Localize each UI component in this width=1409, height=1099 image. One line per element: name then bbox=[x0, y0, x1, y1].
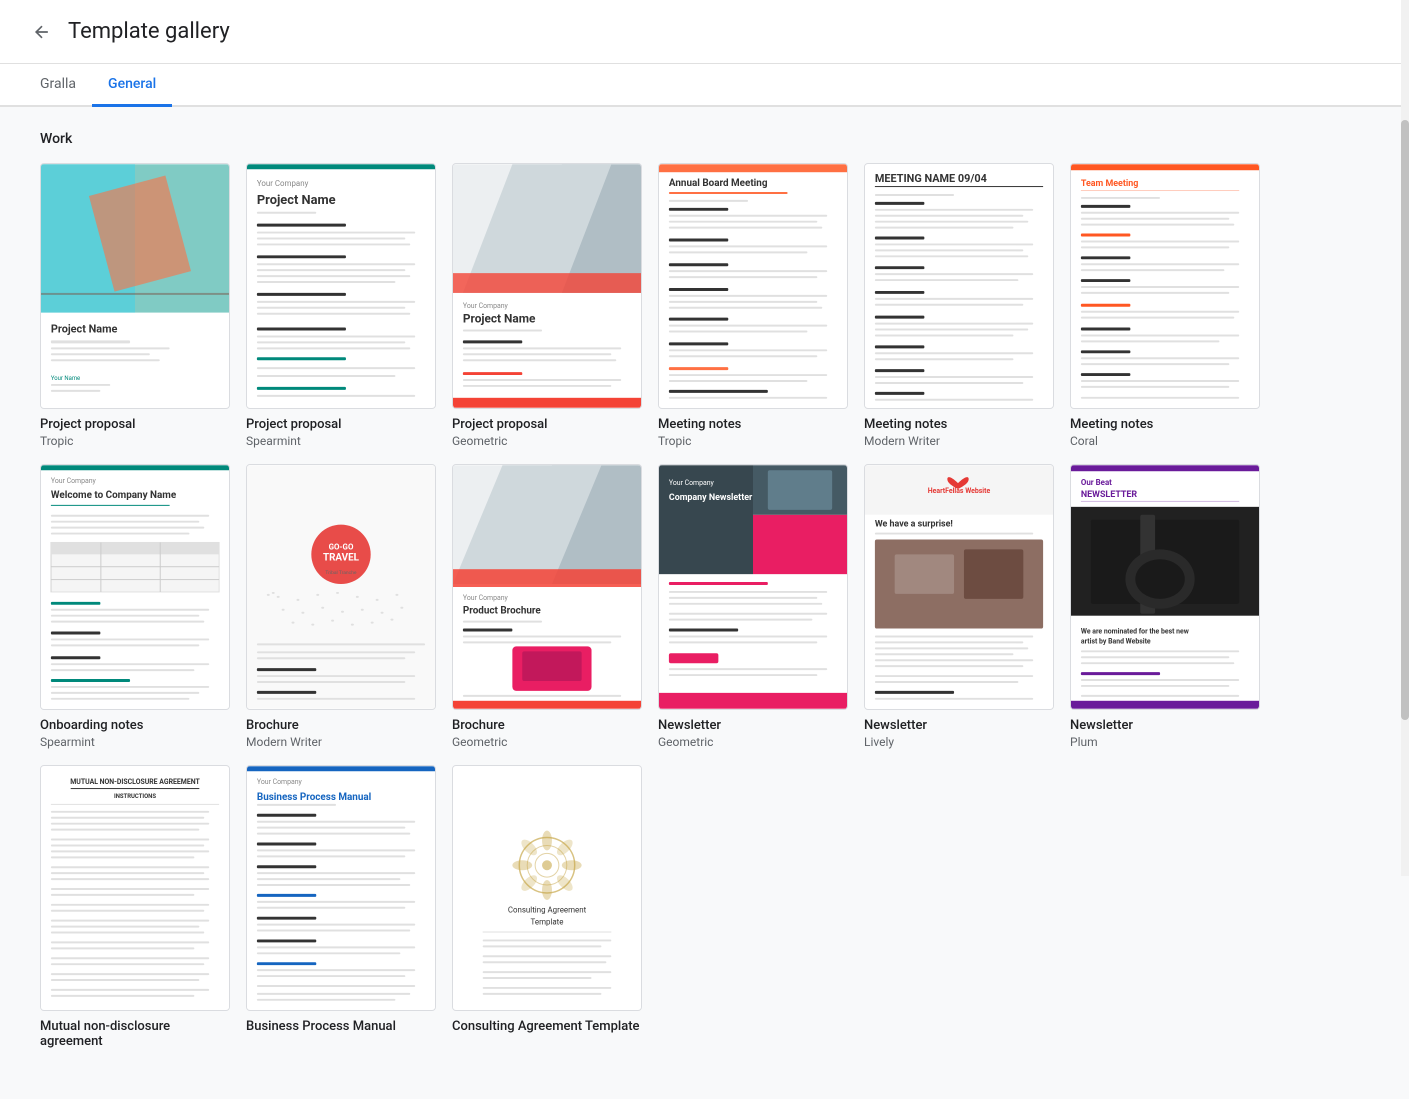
template-sub-pp-tropic: Tropic bbox=[40, 434, 230, 448]
svg-text:Welcome to Company Name: Welcome to Company Name bbox=[51, 490, 177, 501]
svg-text:Project Name: Project Name bbox=[463, 312, 536, 326]
svg-text:artist by Band Website: artist by Band Website bbox=[1081, 637, 1151, 645]
template-thumb-pp-spearmint: Your Company Project Name bbox=[246, 163, 436, 409]
template-name-on-spearmint: Onboarding notes bbox=[40, 718, 230, 733]
template-card-nda[interactable]: MUTUAL NON-DISCLOSURE AGREEMENT INSTRUCT… bbox=[40, 765, 230, 1051]
template-thumb-nda: MUTUAL NON-DISCLOSURE AGREEMENT INSTRUCT… bbox=[40, 765, 230, 1011]
template-thumb-br-mw: GO-GO TRAVEL Tribal Tranche bbox=[246, 464, 436, 710]
template-thumb-nl-plum: Our Beat NEWSLETTER We are nominated for… bbox=[1070, 464, 1260, 710]
template-thumb-mn-coral: Team Meeting bbox=[1070, 163, 1260, 409]
svg-text:Team Meeting: Team Meeting bbox=[1081, 179, 1138, 189]
svg-text:HeartFellas Website: HeartFellas Website bbox=[928, 487, 991, 495]
template-thumb-nl-geo: Your Company Company Newsletter bbox=[658, 464, 848, 710]
header: Template gallery bbox=[0, 0, 1409, 64]
template-thumb-consulting: Consulting Agreement Template bbox=[452, 765, 642, 1011]
svg-text:We are nominated for the best: We are nominated for the best new bbox=[1081, 628, 1189, 636]
scrollbar-thumb[interactable] bbox=[1401, 120, 1409, 720]
svg-text:Your Name: Your Name bbox=[51, 375, 80, 382]
template-thumb-mn-tropic: Annual Board Meeting bbox=[658, 163, 848, 409]
template-name-pp-spearmint: Project proposal bbox=[246, 417, 436, 432]
template-thumb-on-spearmint: Your Company Welcome to Company Name bbox=[40, 464, 230, 710]
template-name-nl-geo: Newsletter bbox=[658, 718, 848, 733]
template-card-consulting[interactable]: Consulting Agreement Template Consulting… bbox=[452, 765, 642, 1051]
template-thumb-mn-modern: MEETING NAME 09/04 bbox=[864, 163, 1054, 409]
template-card-mn-tropic[interactable]: Annual Board Meeting bbox=[658, 163, 848, 448]
template-sub-br-geo: Geometric bbox=[452, 735, 642, 749]
svg-text:Your Company: Your Company bbox=[463, 302, 509, 310]
template-card-pp-spearmint[interactable]: Your Company Project Name bbox=[246, 163, 436, 448]
template-name-pp-tropic: Project proposal bbox=[40, 417, 230, 432]
template-name-nda: Mutual non-disclosure agreement bbox=[40, 1019, 230, 1049]
template-name-pp-geometric: Project proposal bbox=[452, 417, 642, 432]
svg-text:NEWSLETTER: NEWSLETTER bbox=[1081, 490, 1138, 500]
svg-text:Your Company: Your Company bbox=[257, 179, 309, 188]
svg-text:TRAVEL: TRAVEL bbox=[323, 552, 360, 563]
template-name-br-mw: Brochure bbox=[246, 718, 436, 733]
template-name-mn-coral: Meeting notes bbox=[1070, 417, 1260, 432]
template-card-mn-coral[interactable]: Team Meeting bbox=[1070, 163, 1260, 448]
page-title: Template gallery bbox=[68, 19, 230, 44]
tab-gralla[interactable]: Gralla bbox=[24, 64, 92, 107]
svg-text:Product Brochure: Product Brochure bbox=[463, 606, 542, 617]
svg-text:Your Company: Your Company bbox=[463, 594, 509, 602]
template-thumb-pp-tropic: Project Name Your Name bbox=[40, 163, 230, 409]
template-card-nl-geo[interactable]: Your Company Company Newsletter bbox=[658, 464, 848, 749]
svg-text:Our Beat: Our Beat bbox=[1081, 478, 1112, 487]
template-card-bpm[interactable]: Your Company Business Process Manual bbox=[246, 765, 436, 1051]
svg-text:Your Company: Your Company bbox=[257, 778, 303, 786]
tab-general[interactable]: General bbox=[92, 64, 172, 107]
template-sub-nl-plum: Plum bbox=[1070, 735, 1260, 749]
tabs-bar: Gralla General bbox=[0, 64, 1409, 107]
svg-text:Tribal Tranche: Tribal Tranche bbox=[325, 570, 356, 576]
template-gallery: Project Name Your Name Project proposal … bbox=[40, 163, 1340, 1051]
svg-text:Business Process Manual: Business Process Manual bbox=[257, 792, 371, 803]
template-card-br-mw[interactable]: GO-GO TRAVEL Tribal Tranche bbox=[246, 464, 436, 749]
svg-text:Consulting Agreement: Consulting Agreement bbox=[508, 906, 587, 915]
template-sub-pp-geometric: Geometric bbox=[452, 434, 642, 448]
svg-text:Project Name: Project Name bbox=[51, 323, 118, 336]
template-name-consulting: Consulting Agreement Template bbox=[452, 1019, 642, 1034]
scrollbar[interactable] bbox=[1401, 0, 1409, 876]
template-sub-mn-coral: Coral bbox=[1070, 434, 1260, 448]
svg-text:Annual Board Meeting: Annual Board Meeting bbox=[669, 178, 768, 189]
svg-text:Project Name: Project Name bbox=[257, 193, 336, 208]
section-title-work: Work bbox=[40, 131, 1340, 147]
template-card-mn-modern[interactable]: MEETING NAME 09/04 bbox=[864, 163, 1054, 448]
svg-text:Company Newsletter: Company Newsletter bbox=[669, 493, 753, 503]
template-name-bpm: Business Process Manual bbox=[246, 1019, 436, 1034]
template-sub-mn-tropic: Tropic bbox=[658, 434, 848, 448]
template-card-nl-lively[interactable]: HeartFellas Website We have a surprise! bbox=[864, 464, 1054, 749]
template-sub-nl-geo: Geometric bbox=[658, 735, 848, 749]
template-name-nl-plum: Newsletter bbox=[1070, 718, 1260, 733]
svg-text:Template: Template bbox=[531, 918, 564, 927]
template-name-nl-lively: Newsletter bbox=[864, 718, 1054, 733]
template-name-mn-tropic: Meeting notes bbox=[658, 417, 848, 432]
back-button[interactable] bbox=[24, 14, 60, 50]
template-name-br-geo: Brochure bbox=[452, 718, 642, 733]
template-sub-nl-lively: Lively bbox=[864, 735, 1054, 749]
template-sub-br-mw: Modern Writer bbox=[246, 735, 436, 749]
svg-text:We have a surprise!: We have a surprise! bbox=[875, 520, 953, 530]
svg-text:MUTUAL NON-DISCLOSURE AGREEMEN: MUTUAL NON-DISCLOSURE AGREEMENT bbox=[70, 778, 200, 786]
template-card-on-spearmint[interactable]: Your Company Welcome to Company Name bbox=[40, 464, 230, 749]
template-card-pp-tropic[interactable]: Project Name Your Name Project proposal … bbox=[40, 163, 230, 448]
template-card-pp-geometric[interactable]: Your Company Project Name Project propos… bbox=[452, 163, 642, 448]
template-card-nl-plum[interactable]: Our Beat NEWSLETTER We are nominated for… bbox=[1070, 464, 1260, 749]
template-thumb-bpm: Your Company Business Process Manual bbox=[246, 765, 436, 1011]
main-content: Work Project Name Your Name bbox=[0, 107, 1380, 1099]
svg-text:Your Company: Your Company bbox=[669, 479, 715, 487]
template-card-br-geo[interactable]: Your Company Product Brochure Brochure G… bbox=[452, 464, 642, 749]
template-name-mn-modern: Meeting notes bbox=[864, 417, 1054, 432]
template-sub-pp-spearmint: Spearmint bbox=[246, 434, 436, 448]
template-thumb-nl-lively: HeartFellas Website We have a surprise! bbox=[864, 464, 1054, 710]
template-thumb-br-geo: Your Company Product Brochure bbox=[452, 464, 642, 710]
svg-text:MEETING NAME 09/04: MEETING NAME 09/04 bbox=[875, 172, 987, 185]
svg-text:GO-GO: GO-GO bbox=[329, 542, 354, 551]
template-thumb-pp-geometric: Your Company Project Name bbox=[452, 163, 642, 409]
svg-text:Your Company: Your Company bbox=[51, 477, 97, 485]
template-sub-mn-modern: Modern Writer bbox=[864, 434, 1054, 448]
svg-text:INSTRUCTIONS: INSTRUCTIONS bbox=[114, 793, 156, 800]
template-sub-on-spearmint: Spearmint bbox=[40, 735, 230, 749]
